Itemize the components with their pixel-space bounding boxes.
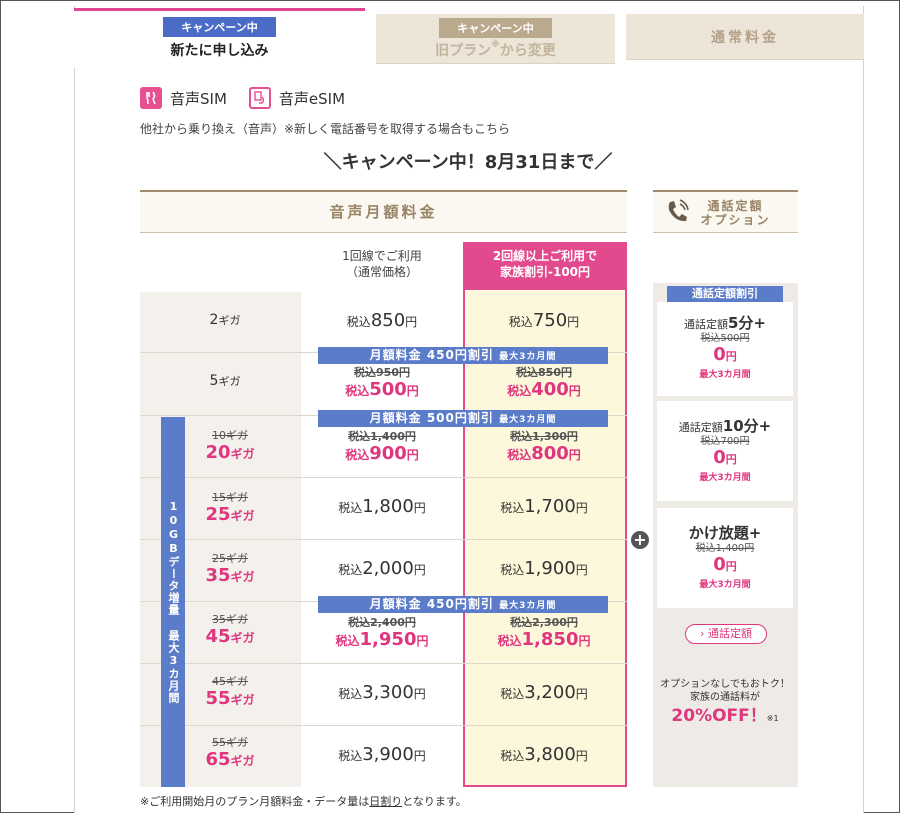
price-single-65gb: 税込3,900円 — [338, 744, 426, 765]
discount-banner: 月額料金 450円割引 最大3カ月間 — [318, 596, 608, 613]
call-option-link[interactable]: › 通話定額 — [685, 624, 767, 644]
phone-icon — [668, 199, 689, 222]
data-amount-65gb: 55ギガ 65ギガ — [205, 736, 255, 771]
option-card-5min[interactable]: 通話定額5分+ 税込500円 0円 最大3カ月間 — [657, 302, 793, 396]
price-single-5gb: 税込950円 税込500円 — [345, 366, 419, 401]
call-discount-tag: 通話定額割引 — [667, 286, 783, 302]
data-amount-25gb: 15ギガ 25ギガ — [205, 491, 255, 526]
option-card-10min[interactable]: 通話定額10分+ 税込700円 0円 最大3カ月間 — [657, 401, 793, 501]
option-card-unlimited[interactable]: かけ放題+ 税込1,400円 0円 最大3カ月間 — [657, 508, 793, 608]
tab-title: 通常料金 — [711, 30, 779, 46]
single-line-column-header: 1回線でご利用 （通常価格） — [342, 249, 422, 279]
price-family-2gb: 税込750円 — [508, 310, 580, 331]
voice-esim-icon — [248, 87, 271, 109]
prorate-footnote: ※ご利用開始月のプラン月額料金・データ量は日割りとなります。 — [140, 795, 467, 808]
price-single-20gb: 税込1,400円 税込900円 — [345, 430, 419, 465]
voice-sim-icon — [140, 87, 162, 109]
data-amount-2gb: 2ギガ — [209, 312, 241, 328]
data-boost-tag: 10GBデータ増量 最大3カ月間 — [161, 417, 185, 787]
data-amount-5gb: 5ギガ — [209, 373, 241, 389]
chevron-right-icon: › — [700, 627, 705, 640]
tab-title: 新たに申し込み — [170, 43, 269, 59]
price-single-55gb: 税込3,300円 — [338, 682, 426, 703]
campaign-title: ＼キャンペーン中！8月31日まで／ — [323, 152, 613, 173]
family-call-promo: オプションなしでもおトク！ 家族の通話料が 20%OFF！※1 — [660, 679, 790, 726]
price-family-20gb: 税込1,300円 税込800円 — [507, 430, 581, 465]
data-amount-45gb: 35ギガ 45ギガ — [205, 613, 255, 648]
data-amount-35gb: 25ギガ 35ギガ — [205, 552, 255, 587]
family-discount-column-header: 2回線以上ご利用で 家族割引-100円 — [463, 242, 627, 297]
prorate-link[interactable]: 日割り — [369, 795, 402, 808]
row-divider — [140, 663, 627, 664]
data-amount-55gb: 45ギガ 55ギガ — [205, 675, 255, 710]
tab-title: 旧プラン※から変更 — [435, 40, 556, 59]
price-single-25gb: 税込1,800円 — [338, 496, 426, 517]
voice-esim-label: 音声eSIM — [278, 89, 346, 108]
tab-campaign-badge: キャンペーン中 — [163, 17, 276, 37]
price-single-2gb: 税込850円 — [346, 310, 418, 331]
sim-type-row: 音声SIM 音声eSIM — [140, 86, 367, 110]
price-family-35gb: 税込1,900円 — [500, 558, 588, 579]
price-single-35gb: 税込2,000円 — [338, 558, 426, 579]
voice-sim-label: 音声SIM — [170, 89, 227, 108]
tab-change-from-old-plan[interactable]: キャンペーン中 旧プラン※から変更 — [376, 14, 615, 64]
price-family-5gb: 税込850円 税込400円 — [507, 366, 581, 401]
price-family-25gb: 税込1,700円 — [500, 496, 588, 517]
discount-banner: 月額料金 500円割引 最大3カ月間 — [318, 410, 608, 427]
price-single-45gb: 税込2,400円 税込1,950円 — [335, 616, 429, 651]
price-family-65gb: 税込3,800円 — [500, 744, 588, 765]
price-family-45gb: 税込2,300円 税込1,850円 — [497, 616, 591, 651]
plus-icon: + — [631, 531, 649, 549]
tab-normal-price[interactable]: 通常料金 — [626, 14, 864, 60]
tab-new-application[interactable]: キャンペーン中 新たに申し込み — [74, 8, 365, 68]
row-divider — [140, 539, 627, 540]
voice-monthly-fee-header: 音声月額料金 — [140, 190, 627, 233]
price-family-55gb: 税込3,200円 — [500, 682, 588, 703]
row-divider — [140, 477, 627, 478]
row-divider — [140, 725, 627, 726]
transfer-note: 他社から乗り換え（音声）※新しく電話番号を取得する場合もこちら — [140, 122, 511, 136]
tab-campaign-badge: キャンペーン中 — [439, 18, 552, 38]
discount-banner: 月額料金 450円割引 最大3カ月間 — [318, 347, 608, 364]
data-amount-20gb: 10ギガ 20ギガ — [205, 429, 255, 464]
